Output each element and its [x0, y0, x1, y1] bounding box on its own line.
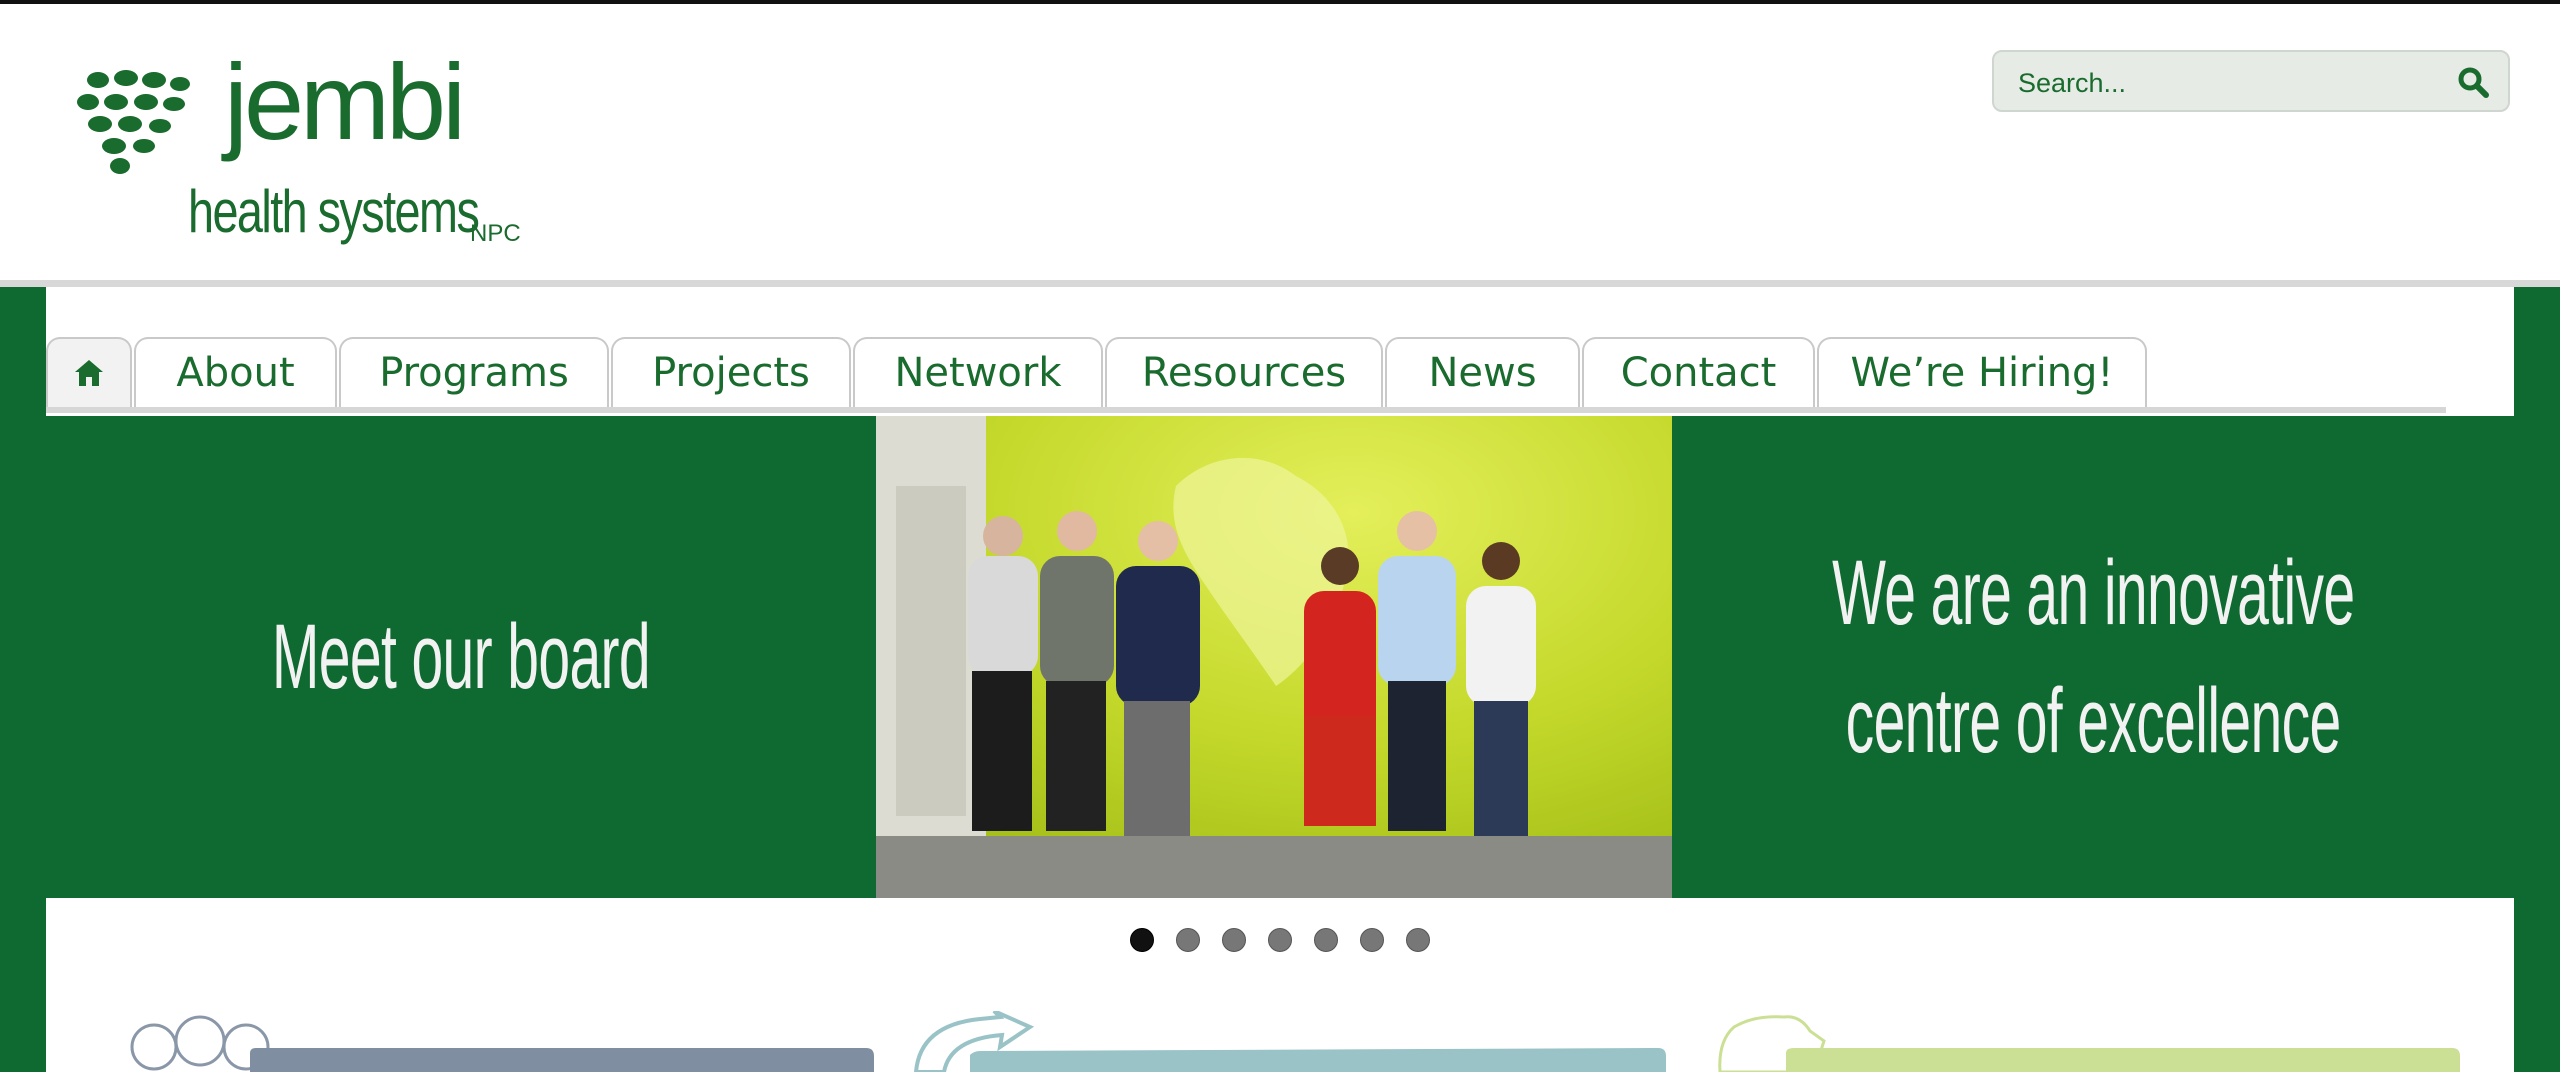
cycle-arrow-icon — [913, 1009, 1666, 1074]
nav-programs[interactable]: Programs — [339, 337, 609, 407]
search-input[interactable] — [2016, 62, 2440, 104]
board-photo — [876, 416, 1672, 898]
feature-card-1[interactable] — [130, 1011, 874, 1072]
logo-wordmark: jembi — [224, 41, 466, 162]
people-circles-icon — [130, 1015, 874, 1072]
slide-left-panel: Meet our board — [46, 416, 876, 898]
main-content: About Programs Projects Network Resource… — [46, 287, 2514, 1074]
jembi-logo[interactable]: jembi health systems NPC — [74, 48, 534, 254]
home-icon — [75, 360, 103, 386]
nav-network[interactable]: Network — [853, 337, 1103, 407]
search-icon[interactable] — [2456, 65, 2490, 99]
feature-card-3[interactable] — [1714, 1011, 2460, 1074]
site-header: jembi health systems NPC — [0, 4, 2560, 280]
nav-resources[interactable]: Resources — [1105, 337, 1383, 407]
nav-about[interactable]: About — [134, 337, 337, 407]
logo-npc: NPC — [470, 220, 521, 247]
africa-map-icon — [1718, 1015, 2460, 1074]
logo-subtitle: health systems — [188, 178, 480, 245]
slider-dot-2[interactable] — [1176, 928, 1200, 952]
hero-slider[interactable]: Meet our board We are an innovative cent… — [46, 416, 2514, 898]
slider-dot-3[interactable] — [1222, 928, 1246, 952]
slider-dot-1[interactable] — [1130, 928, 1154, 952]
slide-right-line2: centre of excellence — [1845, 670, 2342, 772]
slider-dot-4[interactable] — [1268, 928, 1292, 952]
slider-dot-5[interactable] — [1314, 928, 1338, 952]
slider-dot-7[interactable] — [1406, 928, 1430, 952]
nav-projects[interactable]: Projects — [611, 337, 851, 407]
board-photo-image — [876, 416, 1672, 898]
slide-right-line1: We are an innovative — [1831, 542, 2355, 644]
slide-left-heading: Meet our board — [271, 605, 651, 708]
nav-news[interactable]: News — [1385, 337, 1580, 407]
nav-contact[interactable]: Contact — [1582, 337, 1815, 407]
slide-right-panel: We are an innovative centre of excellenc… — [1672, 416, 2514, 898]
slider-dot-6[interactable] — [1360, 928, 1384, 952]
nav-hiring[interactable]: We’re Hiring! — [1817, 337, 2147, 407]
feature-card-2[interactable] — [910, 1009, 1666, 1074]
nav-underline — [46, 407, 2446, 413]
header-divider — [0, 280, 2560, 287]
search-box — [1992, 50, 2510, 112]
nav-home[interactable] — [46, 337, 132, 407]
